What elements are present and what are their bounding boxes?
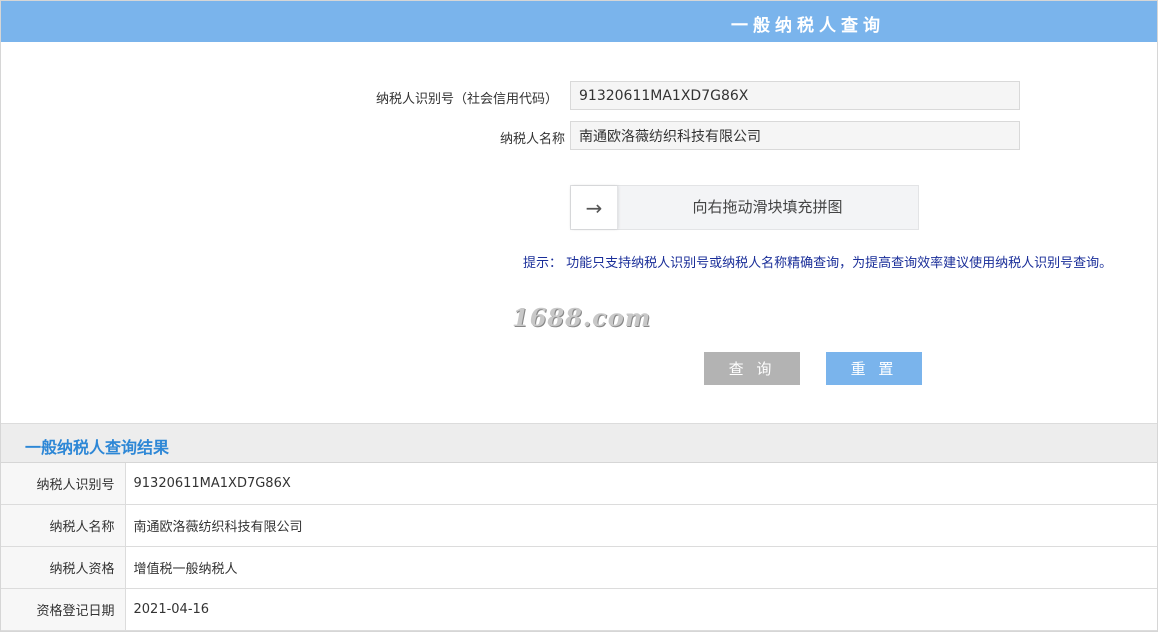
row-key: 纳税人名称 xyxy=(1,504,126,547)
name-label: 纳税人名称 xyxy=(499,132,565,147)
result-title: 一般纳税人查询结果 xyxy=(25,438,170,457)
table-row: 纳税人识别号 91320611MA1XD7G86X xyxy=(1,463,1157,505)
row-value: 增值税一般纳税人 xyxy=(125,546,1157,589)
slider-instruction: 向右拖动滑块填充拼图 xyxy=(692,198,843,216)
page-title: 一般纳税人查询 xyxy=(731,16,885,36)
result-header: 一般纳税人查询结果 xyxy=(1,423,1157,463)
row-value: 91320611MA1XD7G86X xyxy=(125,463,1157,505)
row-key: 纳税人资格 xyxy=(1,546,126,589)
slider-captcha[interactable]: → 向右拖动滑块填充拼图 xyxy=(570,185,919,230)
page-header: 一般纳税人查询 xyxy=(1,1,1157,42)
table-row: 纳税人名称 南通欧洛薇纺织科技有限公司 xyxy=(1,504,1157,547)
table-row: 资格登记日期 2021-04-16 xyxy=(1,588,1157,631)
row-key: 纳税人识别号 xyxy=(1,463,126,505)
query-button[interactable]: 查 询 xyxy=(704,352,800,385)
row-value: 南通欧洛薇纺织科技有限公司 xyxy=(125,504,1157,547)
row-value: 2021-04-16 xyxy=(125,588,1157,631)
slider-handle[interactable]: → xyxy=(571,186,618,229)
name-input[interactable] xyxy=(570,121,1020,150)
taxid-input[interactable] xyxy=(570,81,1020,110)
captcha-watermark: 1688.com xyxy=(512,303,652,332)
reset-button[interactable]: 重 置 xyxy=(826,352,922,385)
arrow-right-icon: → xyxy=(585,195,603,220)
hint-text: 提示： 功能只支持纳税人识别号或纳税人名称精确查询，为提高查询效率建议使用纳税人… xyxy=(523,256,1113,271)
row-key: 资格登记日期 xyxy=(1,588,126,631)
result-table: 纳税人识别号 91320611MA1XD7G86X 纳税人名称 南通欧洛薇纺织科… xyxy=(1,463,1157,631)
table-row: 纳税人资格 增值税一般纳税人 xyxy=(1,546,1157,589)
taxid-label: 纳税人识别号（社会信用代码） xyxy=(375,92,558,107)
